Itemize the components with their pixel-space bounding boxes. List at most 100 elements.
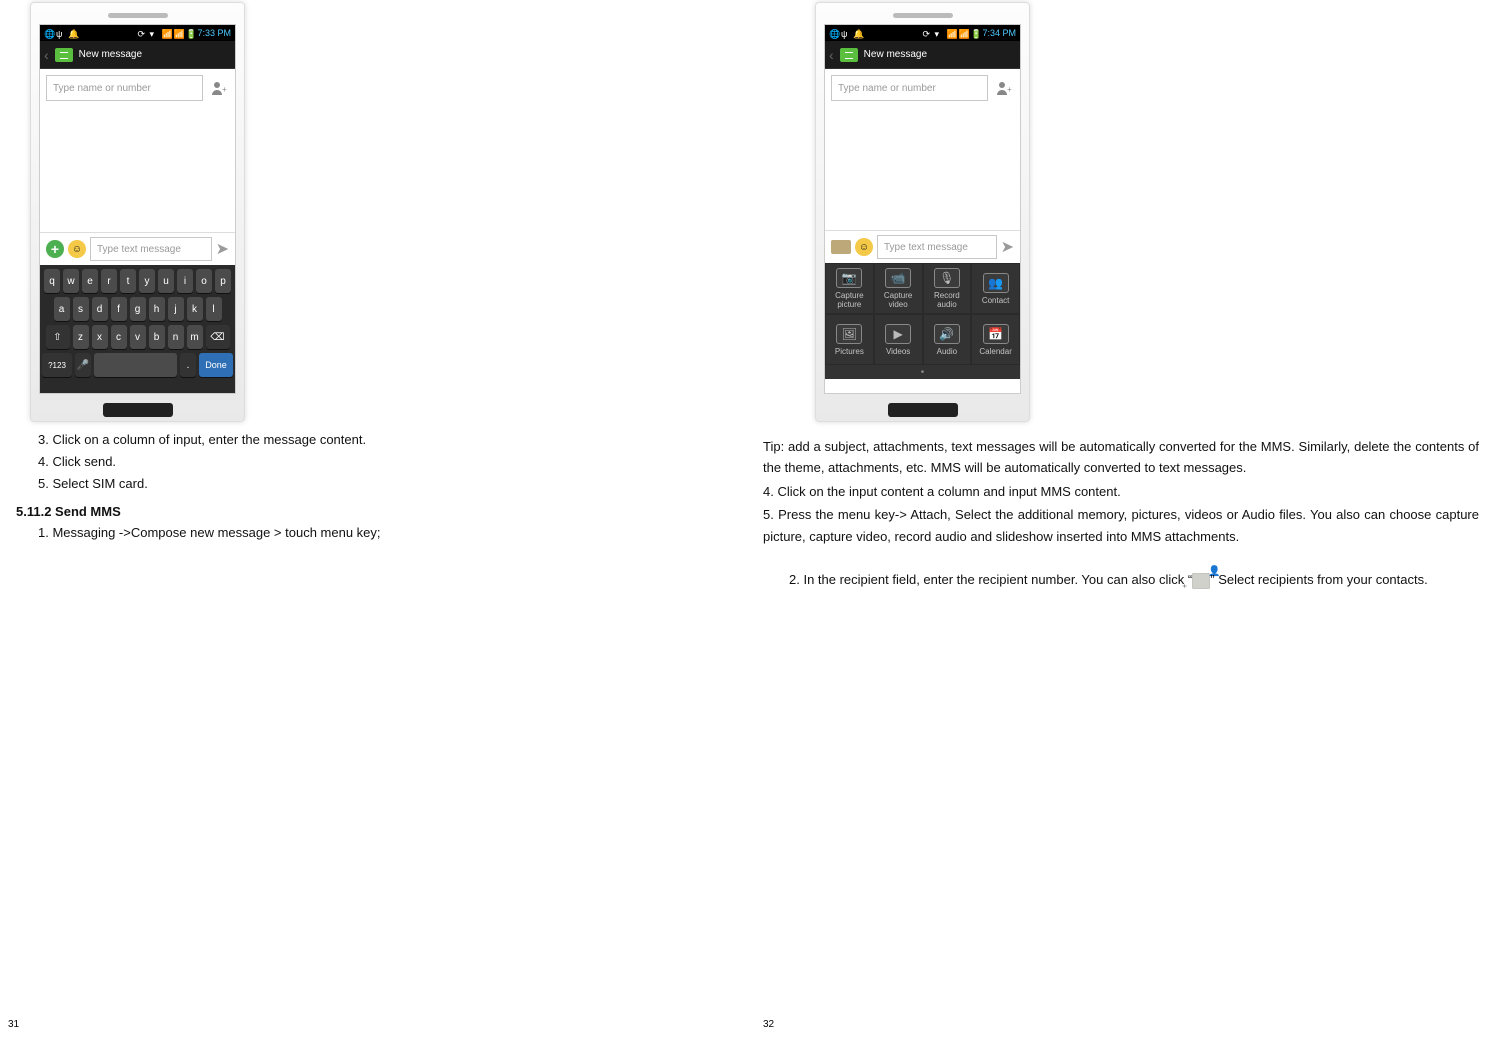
add-contact-icon[interactable]: + (209, 78, 229, 98)
backspace-key[interactable]: ⌫ (206, 325, 230, 349)
phone-speaker (893, 13, 953, 18)
inline-add-contact-icon: 👤⁺ (1192, 573, 1210, 589)
message-icon (840, 48, 858, 62)
key-f[interactable]: f (111, 297, 127, 321)
key-d[interactable]: d (92, 297, 108, 321)
signal2-icon: 📶 (173, 29, 182, 38)
step-4: 4. Click send. (38, 452, 734, 472)
battery-icon: 🔋 (970, 29, 979, 38)
attach-label: Record audio (924, 291, 971, 309)
wifi-icon: ▾ (149, 29, 158, 38)
emoji-icon[interactable]: ☺ (68, 240, 86, 258)
status-bar: 🌐 ψ 🔔 ⟳ ▾ 📶 📶 🔋 7:33 PM (40, 25, 235, 41)
contact-icon: 👥 (983, 273, 1009, 293)
phone-speaker (108, 13, 168, 18)
key-p[interactable]: p (215, 269, 231, 293)
attach-capture-picture[interactable]: 📷 Capture picture (825, 263, 874, 314)
shift-key[interactable]: ⇧ (46, 325, 70, 349)
svg-text:+: + (1007, 85, 1012, 94)
phone-screen: 🌐 ψ 🔔 ⟳ ▾ 📶 📶 🔋 7:34 PM ‹ New message (824, 24, 1021, 394)
signal-icon: 📶 (161, 29, 170, 38)
attach-contact[interactable]: 👥Contact (971, 263, 1020, 314)
key-l[interactable]: l (206, 297, 222, 321)
key-y[interactable]: y (139, 269, 155, 293)
recipient-input[interactable]: Type name or number (46, 75, 203, 101)
keyboard[interactable]: qwertyuiop asdfghjkl ⇧ zxcvbnm ⌫ ?123 🎤 … (40, 265, 235, 393)
send-icon[interactable]: ➤ (216, 239, 229, 259)
page-number-left: 31 (8, 1019, 19, 1030)
mms-step-1: 1. Messaging ->Compose new message > tou… (38, 523, 734, 543)
key-r[interactable]: r (101, 269, 117, 293)
key-z[interactable]: z (73, 325, 89, 349)
attach-calendar[interactable]: 📅Calendar (971, 314, 1020, 365)
attach-label: Capture picture (826, 291, 873, 309)
keyboard-row-1: qwertyuiop (42, 269, 233, 293)
attach-label: Capture video (875, 291, 922, 309)
key-w[interactable]: w (63, 269, 79, 293)
step-5: 5. Select SIM card. (38, 474, 734, 494)
attachment-grid: 📷 Capture picture📹Capture video🎙Record au… (825, 263, 1020, 379)
phone-mockup-right: 🌐 ψ 🔔 ⟳ ▾ 📶 📶 🔋 7:34 PM ‹ New message (815, 2, 1030, 422)
key-n[interactable]: n (168, 325, 184, 349)
psi-icon: ψ (841, 29, 850, 38)
keyboard-row-2: asdfghjkl (42, 297, 233, 321)
send-icon[interactable]: ➤ (1001, 237, 1014, 257)
step-3: 3. Click on a column of input, enter the… (38, 430, 734, 450)
attach-label: Videos (886, 347, 910, 356)
mms-attach-icon[interactable] (831, 240, 851, 254)
attach-record-audio[interactable]: 🎙Record audio (923, 263, 972, 314)
attach-label: Audio (937, 347, 957, 356)
symbols-key[interactable]: ?123 (42, 353, 72, 377)
key-e[interactable]: e (82, 269, 98, 293)
globe-icon: 🌐 (829, 29, 838, 38)
key-v[interactable]: v (130, 325, 146, 349)
key-x[interactable]: x (92, 325, 108, 349)
add-attachment-icon[interactable]: + (46, 240, 64, 258)
key-s[interactable]: s (73, 297, 89, 321)
key-m[interactable]: m (187, 325, 203, 349)
sync-icon: ⟳ (922, 29, 931, 38)
emoji-icon[interactable]: ☺ (855, 238, 873, 256)
mic-key[interactable]: 🎤 (75, 353, 91, 377)
page-number-right: 32 (763, 1019, 774, 1030)
back-icon[interactable]: ‹ (44, 47, 49, 63)
attach-label: Pictures (835, 347, 864, 356)
key-i[interactable]: i (177, 269, 193, 293)
key-a[interactable]: a (54, 297, 70, 321)
done-key[interactable]: Done (199, 353, 233, 377)
attach-videos[interactable]: ▶Videos (874, 314, 923, 365)
tip-paragraph: Tip: add a subject, attachments, text me… (763, 436, 1479, 479)
key-h[interactable]: h (149, 297, 165, 321)
key-j[interactable]: j (168, 297, 184, 321)
key-q[interactable]: q (44, 269, 60, 293)
recipient-input[interactable]: Type name or number (831, 75, 988, 101)
mms-step-2: 2. In the recipient field, enter the rec… (763, 569, 1479, 590)
attach-pager-dots: • (825, 365, 1020, 379)
back-icon[interactable]: ‹ (829, 47, 834, 63)
audio-icon: 🔊 (934, 324, 960, 344)
attach-capture-video[interactable]: 📹Capture video (874, 263, 923, 314)
attach-audio[interactable]: 🔊 Audio (923, 314, 972, 365)
key-t[interactable]: t (120, 269, 136, 293)
key-g[interactable]: g (130, 297, 146, 321)
calendar-icon: 📅 (983, 324, 1009, 344)
capture-picture-icon: 📷 (836, 268, 862, 288)
home-button[interactable] (888, 403, 958, 417)
message-input[interactable]: Type text message (877, 235, 997, 259)
add-contact-icon[interactable]: + (994, 78, 1014, 98)
space-key[interactable] (94, 353, 177, 377)
key-b[interactable]: b (149, 325, 165, 349)
home-button[interactable] (103, 403, 173, 417)
key-k[interactable]: k (187, 297, 203, 321)
period-key[interactable]: . (180, 353, 196, 377)
key-u[interactable]: u (158, 269, 174, 293)
app-bar: ‹ New message (825, 41, 1020, 69)
attach-pictures[interactable]: 🖼Pictures (825, 314, 874, 365)
key-c[interactable]: c (111, 325, 127, 349)
globe-icon: 🌐 (44, 29, 53, 38)
svg-text:+: + (222, 85, 227, 94)
message-input[interactable]: Type text message (90, 237, 212, 261)
key-o[interactable]: o (196, 269, 212, 293)
status-bar: 🌐 ψ 🔔 ⟳ ▾ 📶 📶 🔋 7:34 PM (825, 25, 1020, 41)
section-heading: 5.11.2 Send MMS (16, 504, 734, 519)
